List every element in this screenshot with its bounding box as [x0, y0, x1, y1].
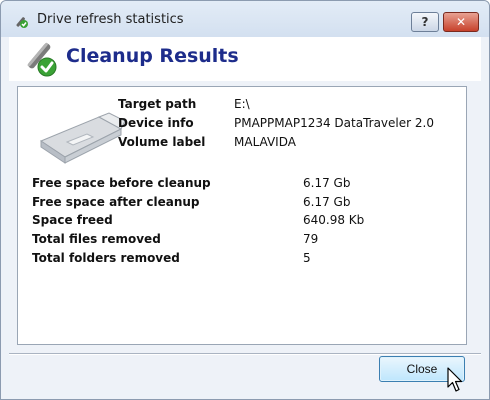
- stat-value: 79: [303, 232, 319, 246]
- stat-label: Free space before cleanup: [32, 176, 211, 190]
- stat-value: 640.98 Kb: [303, 213, 365, 227]
- info-value: PMAPPMAP1234 DataTraveler 2.0: [234, 116, 434, 130]
- stat-label: Total folders removed: [32, 251, 180, 265]
- help-button[interactable]: ?: [411, 12, 439, 32]
- usb-drive-icon: [39, 112, 125, 164]
- stat-label: Space freed: [32, 213, 113, 227]
- header-band: Cleanup Results: [9, 37, 481, 81]
- stat-value: 5: [303, 251, 311, 265]
- stat-value: 6.17 Gb: [303, 176, 351, 190]
- stat-label: Free space after cleanup: [32, 195, 200, 209]
- info-label: Volume label: [118, 135, 206, 149]
- title-bar: Drive refresh statistics ? ✕: [1, 1, 489, 37]
- mouse-pointer-icon: [447, 367, 463, 392]
- page-title: Cleanup Results: [66, 45, 239, 67]
- window-title: Drive refresh statistics: [37, 12, 184, 27]
- stat-value: 6.17 Gb: [303, 195, 351, 209]
- results-panel: Target path E:\ Device info PMAPPMAP1234…: [17, 86, 467, 345]
- pen-check-icon: [27, 42, 57, 77]
- info-label: Device info: [118, 116, 194, 130]
- pen-check-icon: [16, 17, 28, 28]
- footer-separator: [9, 353, 481, 355]
- dialog-window: Drive refresh statistics ? ✕ Cleanup Res…: [0, 0, 490, 400]
- info-label: Target path: [118, 97, 197, 111]
- info-value: MALAVIDA: [234, 135, 296, 149]
- stat-label: Total files removed: [32, 232, 161, 246]
- info-value: E:\: [234, 97, 250, 111]
- window-close-button[interactable]: ✕: [443, 12, 479, 32]
